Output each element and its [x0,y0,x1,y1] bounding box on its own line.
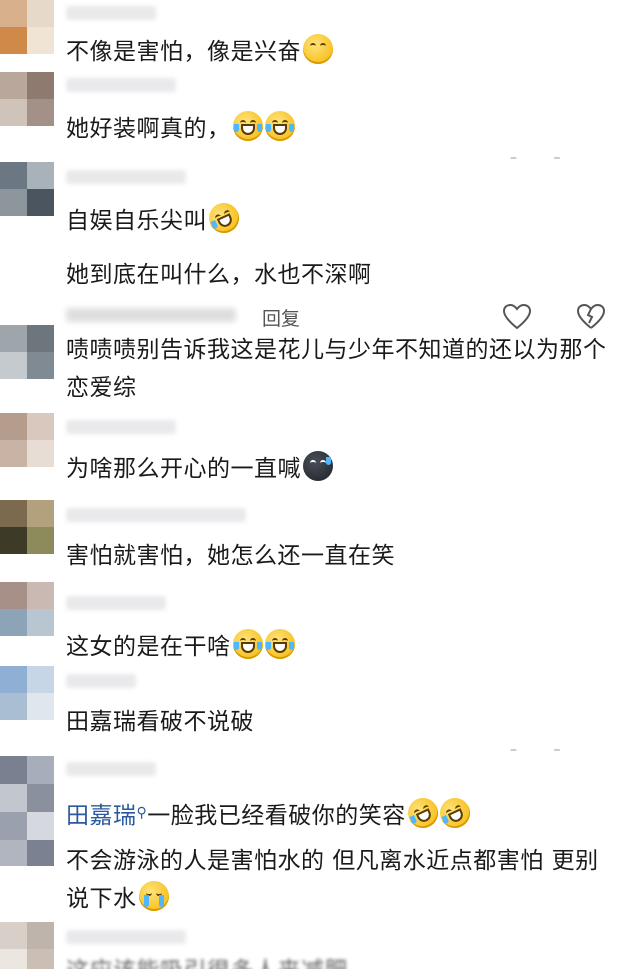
avatar[interactable] [0,582,54,636]
heart-outline-icon[interactable] [503,304,531,330]
username-blurred [66,508,246,522]
comment-content: 啧啧啧别告诉我这是花儿与少年不知道的还以为那个恋爱综 [66,337,607,401]
avatar[interactable] [0,413,54,467]
username-blurred [66,762,156,776]
rofl-emoji [434,793,475,833]
comment-content: 为啥那么开心的一直喊 [66,456,301,482]
avatar[interactable] [0,325,54,379]
avatar[interactable] [0,666,54,720]
comment-content: 这女的是在干啥 [66,634,231,660]
comment-text: 她好装啊真的， [66,110,295,148]
comment-text: 自娱自乐尖叫 [66,198,244,240]
username-blurred [66,170,186,184]
laugh-cry-emoji [264,629,295,659]
crying-emoji [138,881,169,911]
separator-dash: – – [510,150,577,166]
broken-heart-icon[interactable] [577,304,605,330]
comment-content: 自娱自乐尖叫 [66,208,207,234]
separator-dash: – – [510,742,577,758]
comment-text: 这应该能吸引很多人来减肥 [66,952,348,969]
comment-text: 害怕就害怕，她怎么还一直在笑 [66,537,395,575]
mention-username[interactable]: 田嘉瑞 [66,803,137,829]
sunglasses-smile-emoji [303,34,333,64]
rofl-emoji [402,793,443,833]
comment-content: 她好装啊真的， [66,116,231,142]
comment-text: 不像是害怕，像是兴奋 [66,33,333,71]
laugh-cry-emoji [232,111,263,141]
comment-text: 啧啧啧别告诉我这是花儿与少年不知道的还以为那个恋爱综 [66,331,626,407]
comment-content: 一脸我已经看破你的笑容 [147,803,406,829]
username-blurred [66,420,176,434]
timestamp-blurred [66,308,236,322]
laugh-cry-emoji [264,111,295,141]
reply-button[interactable]: 回复 [262,304,300,331]
laugh-cry-emoji [232,629,263,659]
avatar[interactable] [0,162,54,216]
comment-content: 害怕就害怕，她怎么还一直在笑 [66,543,395,569]
comment-content: 她到底在叫什么，水也不深啊 [66,262,372,288]
comment-text: 不会游泳的人是害怕水的 但凡离水近点都害怕 更别说下水 [66,842,606,918]
username-blurred [66,674,136,688]
username-blurred [66,930,186,944]
username-blurred [66,78,176,92]
comment-content: 不像是害怕，像是兴奋 [66,39,301,65]
comment-content: 这应该能吸引很多人来减肥 [66,958,348,969]
comment-text: 这女的是在干啥 [66,628,295,666]
comment-text: 田嘉瑞看破不说破 [66,703,254,741]
comment-list: 不像是害怕，像是兴奋 她好装啊真的， – – 自娱自乐尖叫 她到底在叫什么，水也… [0,0,640,969]
avatar[interactable] [0,500,54,554]
comment-text: 她到底在叫什么，水也不深啊 [66,256,372,294]
sweat-face-emoji [303,451,333,481]
avatar[interactable] [0,756,54,866]
comment-text: 田嘉瑞⚲一脸我已经看破你的笑容 [66,793,475,835]
avatar[interactable] [0,72,54,126]
comment-content: 田嘉瑞看破不说破 [66,709,254,735]
avatar[interactable] [0,0,54,54]
comment-text: 为啥那么开心的一直喊 [66,450,333,488]
search-icon[interactable]: ⚲ [137,805,148,821]
username-blurred [66,6,156,20]
username-blurred [66,596,166,610]
rofl-emoji [204,198,244,238]
avatar[interactable] [0,922,54,969]
